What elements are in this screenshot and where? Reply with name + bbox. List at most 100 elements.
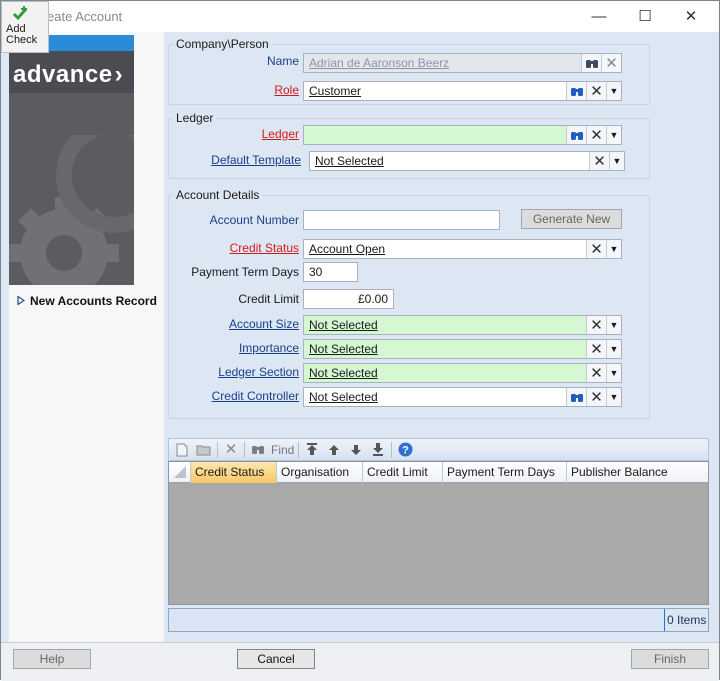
credit-controller-combo[interactable]: Not Selected ✕ ▼ (303, 387, 622, 407)
grid-status-bar: 0 Items (168, 608, 709, 632)
dialog-footer: Help Cancel Finish (1, 642, 719, 681)
grid-header: Credit Status Organisation Credit Limit … (169, 462, 708, 483)
new-document-icon[interactable] (173, 441, 191, 459)
name-field[interactable]: Adrian de Aaronson Beerz ✕ (303, 53, 622, 73)
importance-value: Not Selected (309, 342, 378, 356)
dropdown-arrow-icon[interactable]: ▼ (606, 240, 621, 258)
generate-new-button[interactable]: Generate New (521, 209, 622, 229)
move-bottom-icon[interactable] (369, 441, 387, 459)
add-check-button[interactable]: Add Check (1, 1, 49, 53)
svg-text:?: ? (402, 445, 409, 457)
title-bar: eate Account — ☐ ✕ (1, 1, 719, 32)
payment-term-days-input[interactable]: 30 (303, 262, 358, 282)
credit-limit-input[interactable]: £0.00 (303, 289, 394, 309)
brand-banner: advance› (9, 35, 134, 285)
finish-button[interactable]: Finish (631, 649, 709, 669)
binoculars-icon[interactable] (566, 388, 586, 406)
clear-icon[interactable]: ✕ (586, 126, 606, 144)
move-down-icon[interactable] (347, 441, 365, 459)
clear-icon[interactable]: ✕ (601, 54, 621, 72)
clear-icon[interactable]: ✕ (586, 388, 606, 406)
move-up-icon[interactable] (325, 441, 343, 459)
credit-limit-label: Credit Limit (238, 292, 299, 306)
add-check-label-line2: Check (6, 34, 38, 46)
name-label: Name (266, 54, 299, 68)
dropdown-arrow-icon[interactable]: ▼ (606, 126, 621, 144)
toolbar-divider (298, 441, 300, 458)
clear-icon[interactable]: ✕ (589, 152, 609, 170)
account-size-label[interactable]: Account Size (191, 317, 299, 331)
payment-term-days-label: Payment Term Days (191, 265, 299, 279)
ledger-section-value: Not Selected (309, 366, 378, 380)
help-button[interactable]: Help (13, 649, 91, 669)
close-button[interactable]: ✕ (668, 1, 714, 31)
brand-logo-text: advance (13, 61, 113, 88)
dropdown-arrow-icon[interactable]: ▼ (609, 152, 624, 170)
binoculars-icon[interactable] (566, 82, 586, 100)
maximize-button[interactable]: ☐ (622, 1, 668, 31)
create-account-dialog: eate Account — ☐ ✕ advance› New Accounts… (0, 0, 720, 681)
importance-label[interactable]: Importance (191, 341, 299, 355)
default-template-label[interactable]: Default Template (191, 153, 301, 167)
default-template-combo[interactable]: Not Selected ✕ ▼ (309, 151, 625, 171)
cancel-button[interactable]: Cancel (237, 649, 315, 669)
grid-toolbar: ✕ Find ? (168, 438, 709, 461)
clear-icon[interactable]: ✕ (586, 240, 606, 258)
importance-combo[interactable]: Not Selected ✕ ▼ (303, 339, 622, 359)
accounts-grid[interactable]: Credit Status Organisation Credit Limit … (168, 461, 709, 605)
window-title: eate Account (47, 9, 123, 24)
minimize-button[interactable]: — (576, 1, 622, 31)
grid-status-left (169, 609, 665, 631)
dropdown-arrow-icon[interactable]: ▼ (606, 340, 621, 358)
dropdown-arrow-icon[interactable]: ▼ (606, 364, 621, 382)
ledger-label[interactable]: Ledger (221, 127, 299, 141)
nav-item-label: New Accounts Record (30, 294, 157, 308)
column-header-organisation[interactable]: Organisation (277, 462, 363, 483)
gear-icon (9, 135, 134, 285)
help-icon[interactable]: ? (396, 441, 414, 459)
ledger-section-combo[interactable]: Not Selected ✕ ▼ (303, 363, 622, 383)
ledger-legend: Ledger (176, 111, 214, 125)
account-size-combo[interactable]: Not Selected ✕ ▼ (303, 315, 622, 335)
ledger-section-label[interactable]: Ledger Section (191, 365, 299, 379)
binoculars-icon[interactable] (581, 54, 601, 72)
role-label[interactable]: Role (221, 83, 299, 97)
credit-status-value: Account Open (309, 242, 386, 256)
column-header-payment-term-days[interactable]: Payment Term Days (443, 462, 567, 483)
account-details-legend: Account Details (176, 188, 260, 202)
name-value: Adrian de Aaronson Beerz (309, 56, 450, 70)
credit-status-label[interactable]: Credit Status (191, 241, 299, 255)
column-header-credit-limit[interactable]: Credit Limit (363, 462, 443, 483)
column-header-publisher-balance[interactable]: Publisher Balance (567, 462, 708, 483)
binoculars-icon[interactable] (566, 126, 586, 144)
column-header-credit-status[interactable]: Credit Status (191, 462, 277, 483)
toolbar-divider (391, 441, 393, 458)
find-binoculars-icon[interactable] (249, 441, 267, 459)
check-plus-icon (12, 6, 28, 21)
nav-item-new-accounts-record[interactable]: New Accounts Record (17, 294, 157, 308)
credit-controller-label[interactable]: Credit Controller (191, 389, 299, 403)
toolbar-divider (244, 441, 245, 458)
delete-icon[interactable]: ✕ (222, 441, 240, 459)
clear-icon[interactable]: ✕ (586, 364, 606, 382)
dropdown-arrow-icon[interactable]: ▼ (606, 82, 621, 100)
account-number-input[interactable] (303, 210, 500, 230)
dropdown-arrow-icon[interactable]: ▼ (606, 316, 621, 334)
brand-logo: advance› (13, 61, 123, 89)
toolbar-divider (217, 441, 218, 458)
ledger-combo[interactable]: ✕ ▼ (303, 125, 622, 145)
clear-icon[interactable]: ✕ (586, 82, 606, 100)
find-button[interactable]: Find (271, 443, 294, 457)
triangle-right-icon (17, 295, 26, 306)
dropdown-arrow-icon[interactable]: ▼ (606, 388, 621, 406)
credit-status-combo[interactable]: Account Open ✕ ▼ (303, 239, 622, 259)
clear-icon[interactable]: ✕ (586, 340, 606, 358)
move-top-icon[interactable] (303, 441, 321, 459)
clear-icon[interactable]: ✕ (586, 316, 606, 334)
account-number-label: Account Number (209, 213, 299, 227)
role-combo[interactable]: Customer ✕ ▼ (303, 81, 622, 101)
item-count: 0 Items (667, 613, 707, 627)
grid-corner-cell[interactable] (169, 462, 191, 483)
default-template-value: Not Selected (315, 154, 384, 168)
open-folder-icon[interactable] (195, 441, 213, 459)
